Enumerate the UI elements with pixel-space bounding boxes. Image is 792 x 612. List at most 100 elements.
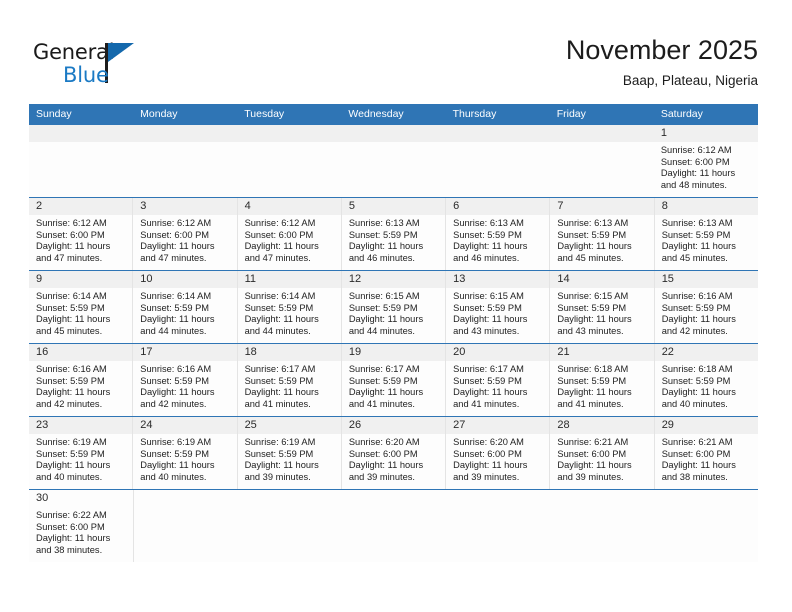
calendar-day-cell[interactable]: 6 Sunrise: 6:13 AM Sunset: 5:59 PM Daylight…	[446, 198, 551, 270]
calendar-day-cell[interactable]: 15 Sunrise: 6:16 AM Sunset: 5:59 PM Dayligh…	[654, 271, 758, 343]
calendar-day-cell-empty	[237, 125, 342, 197]
day-number: 25	[237, 417, 341, 434]
calendar-day-cell[interactable]: 4 Sunrise: 6:12 AM Sunset: 6:00 PM Daylight…	[237, 198, 342, 270]
daylight-text-line2: and 45 minutes.	[661, 252, 728, 263]
calendar-day-cell[interactable]: 8 Sunrise: 6:13 AM Sunset: 5:59 PM Daylight…	[654, 198, 758, 270]
calendar-day-cell[interactable]: 17 Sunrise: 6:16 AM Sunset: 5:59 PM Dayligh…	[133, 344, 238, 416]
day-number	[550, 490, 654, 507]
calendar-page: General Blue November 2025 Baap, Plateau…	[0, 0, 792, 612]
sunrise-text: Sunrise: 6:14 AM	[140, 291, 212, 301]
sunrise-text: Sunrise: 6:18 AM	[557, 364, 629, 374]
daylight-text-line1: Daylight: 11 hours	[453, 460, 528, 471]
daylight-text-line2: and 47 minutes.	[36, 252, 103, 263]
brand-logo[interactable]: General Blue	[33, 40, 213, 92]
day-details: Sunrise: 6:21 AM Sunset: 6:00 PM Daylight:…	[655, 434, 758, 487]
calendar-day-cell[interactable]: 5 Sunrise: 6:13 AM Sunset: 5:59 PM Daylight…	[341, 198, 447, 270]
calendar-day-cell[interactable]: 11 Sunrise: 6:14 AM Sunset: 5:59 PM Dayligh…	[237, 271, 342, 343]
brand-name-general: General	[33, 40, 115, 64]
sunrise-text: Sunrise: 6:12 AM	[140, 218, 212, 228]
calendar-day-cell[interactable]: 9 Sunrise: 6:14 AM Sunset: 5:59 PM Daylight…	[29, 271, 134, 343]
daylight-text-line2: and 41 minutes.	[244, 398, 311, 409]
calendar-day-cell[interactable]: 1 Sunrise: 6:12 AM Sunset: 6:00 PM Daylight…	[653, 125, 758, 197]
daylight-text-line1: Daylight: 11 hours	[661, 460, 736, 471]
calendar-day-cell[interactable]: 25 Sunrise: 6:19 AM Sunset: 5:59 PM Dayligh…	[237, 417, 342, 489]
day-number	[341, 125, 446, 142]
calendar-day-cell[interactable]: 2 Sunrise: 6:12 AM Sunset: 6:00 PM Daylight…	[29, 198, 134, 270]
sunrise-text: Sunrise: 6:16 AM	[36, 364, 107, 374]
daylight-text-line1: Daylight: 11 hours	[557, 387, 632, 398]
sunrise-text: Sunrise: 6:13 AM	[348, 218, 420, 228]
calendar-day-cell[interactable]: 21 Sunrise: 6:18 AM Sunset: 5:59 PM Dayligh…	[550, 344, 655, 416]
sunrise-text: Sunrise: 6:21 AM	[661, 437, 733, 447]
daylight-text-line2: and 44 minutes.	[244, 325, 311, 336]
day-details: Sunrise: 6:19 AM Sunset: 5:59 PM Daylight:…	[238, 434, 341, 487]
day-details: Sunrise: 6:17 AM Sunset: 5:59 PM Daylight:…	[446, 361, 549, 414]
weekday-header-monday: Monday	[140, 108, 178, 120]
day-details: Sunrise: 6:18 AM Sunset: 5:59 PM Daylight:…	[655, 361, 758, 414]
calendar-day-cell[interactable]: 30 Sunrise: 6:22 AM Sunset: 6:00 PM Dayligh…	[29, 490, 134, 562]
calendar-day-cell[interactable]: 20 Sunrise: 6:17 AM Sunset: 5:59 PM Dayligh…	[446, 344, 551, 416]
daylight-text-line1: Daylight: 11 hours	[244, 241, 319, 252]
calendar-day-cell[interactable]: 13 Sunrise: 6:15 AM Sunset: 5:59 PM Dayligh…	[446, 271, 551, 343]
calendar-day-cell[interactable]: 29 Sunrise: 6:21 AM Sunset: 6:00 PM Dayligh…	[654, 417, 758, 489]
calendar-day-cell[interactable]: 23 Sunrise: 6:19 AM Sunset: 5:59 PM Dayligh…	[29, 417, 134, 489]
daylight-text-line1: Daylight: 11 hours	[36, 533, 111, 544]
day-number: 23	[29, 417, 133, 434]
sunset-text: Sunset: 5:59 PM	[453, 229, 522, 240]
daylight-text-line1: Daylight: 11 hours	[140, 387, 215, 398]
sunrise-text: Sunrise: 6:13 AM	[453, 218, 524, 228]
daylight-text-line2: and 39 minutes.	[453, 471, 520, 482]
calendar-day-cell[interactable]: 27 Sunrise: 6:20 AM Sunset: 6:00 PM Dayligh…	[446, 417, 551, 489]
sunrise-text: Sunrise: 6:15 AM	[557, 291, 629, 301]
calendar-day-cell[interactable]: 19 Sunrise: 6:17 AM Sunset: 5:59 PM Dayligh…	[341, 344, 447, 416]
day-details: Sunrise: 6:13 AM Sunset: 5:59 PM Daylight:…	[342, 215, 445, 268]
calendar-day-cell[interactable]: 10 Sunrise: 6:14 AM Sunset: 5:59 PM Dayligh…	[133, 271, 238, 343]
calendar-day-cell-empty	[341, 125, 446, 197]
weekday-header-saturday: Saturday	[660, 108, 703, 120]
daylight-text-line1: Daylight: 11 hours	[557, 460, 632, 471]
day-details: Sunrise: 6:13 AM Sunset: 5:59 PM Daylight:…	[655, 215, 758, 268]
day-number	[29, 125, 134, 142]
day-number: 3	[133, 198, 237, 215]
calendar-day-cell[interactable]: 24 Sunrise: 6:19 AM Sunset: 5:59 PM Dayligh…	[133, 417, 238, 489]
sunset-text: Sunset: 6:00 PM	[660, 156, 730, 167]
calendar-day-cell[interactable]: 26 Sunrise: 6:20 AM Sunset: 6:00 PM Dayligh…	[341, 417, 447, 489]
daylight-text-line1: Daylight: 11 hours	[557, 241, 632, 252]
calendar-day-cell[interactable]: 16 Sunrise: 6:16 AM Sunset: 5:59 PM Dayligh…	[29, 344, 134, 416]
day-number: 10	[133, 271, 237, 288]
daylight-text-line2: and 38 minutes.	[661, 471, 728, 482]
day-details: Sunrise: 6:22 AM Sunset: 6:00 PM Daylight:…	[29, 507, 133, 560]
calendar-day-cell[interactable]: 3 Sunrise: 6:12 AM Sunset: 6:00 PM Daylight…	[133, 198, 238, 270]
calendar-day-cell-empty	[550, 490, 654, 562]
sunrise-text: Sunrise: 6:15 AM	[453, 291, 524, 301]
calendar-day-cell[interactable]: 28 Sunrise: 6:21 AM Sunset: 6:00 PM Dayligh…	[550, 417, 655, 489]
day-number: 4	[237, 198, 341, 215]
day-number: 18	[237, 344, 341, 361]
sunrise-text: Sunrise: 6:13 AM	[661, 218, 733, 228]
sunset-text: Sunset: 6:00 PM	[244, 229, 314, 240]
day-details: Sunrise: 6:15 AM Sunset: 5:59 PM Daylight:…	[446, 288, 549, 341]
sunset-text: Sunset: 5:59 PM	[36, 448, 105, 459]
daylight-text-line1: Daylight: 11 hours	[140, 241, 215, 252]
sunset-text: Sunset: 5:59 PM	[661, 302, 731, 313]
day-details: Sunrise: 6:17 AM Sunset: 5:59 PM Daylight:…	[342, 361, 445, 414]
daylight-text-line1: Daylight: 11 hours	[244, 387, 319, 398]
triangle-icon	[108, 43, 134, 62]
calendar-day-cell-empty	[29, 125, 134, 197]
daylight-text-line2: and 41 minutes.	[557, 398, 624, 409]
sunset-text: Sunset: 5:59 PM	[36, 302, 105, 313]
weekday-header-tuesday: Tuesday	[244, 108, 285, 120]
day-number: 15	[654, 271, 758, 288]
daylight-text-line2: and 40 minutes.	[661, 398, 728, 409]
calendar-day-cell[interactable]: 7 Sunrise: 6:13 AM Sunset: 5:59 PM Daylight…	[550, 198, 655, 270]
sunset-text: Sunset: 5:59 PM	[557, 302, 627, 313]
calendar-day-cell[interactable]: 22 Sunrise: 6:18 AM Sunset: 5:59 PM Dayligh…	[654, 344, 758, 416]
day-number: 28	[550, 417, 654, 434]
day-number: 21	[550, 344, 654, 361]
day-details: Sunrise: 6:19 AM Sunset: 5:59 PM Daylight:…	[133, 434, 236, 487]
calendar-day-cell[interactable]: 18 Sunrise: 6:17 AM Sunset: 5:59 PM Dayligh…	[237, 344, 342, 416]
brand-name-blue: Blue	[63, 63, 109, 87]
calendar-day-cell[interactable]: 12 Sunrise: 6:15 AM Sunset: 5:59 PM Dayligh…	[341, 271, 447, 343]
calendar-day-cell[interactable]: 14 Sunrise: 6:15 AM Sunset: 5:59 PM Dayligh…	[550, 271, 655, 343]
calendar-day-cell-empty	[133, 125, 238, 197]
